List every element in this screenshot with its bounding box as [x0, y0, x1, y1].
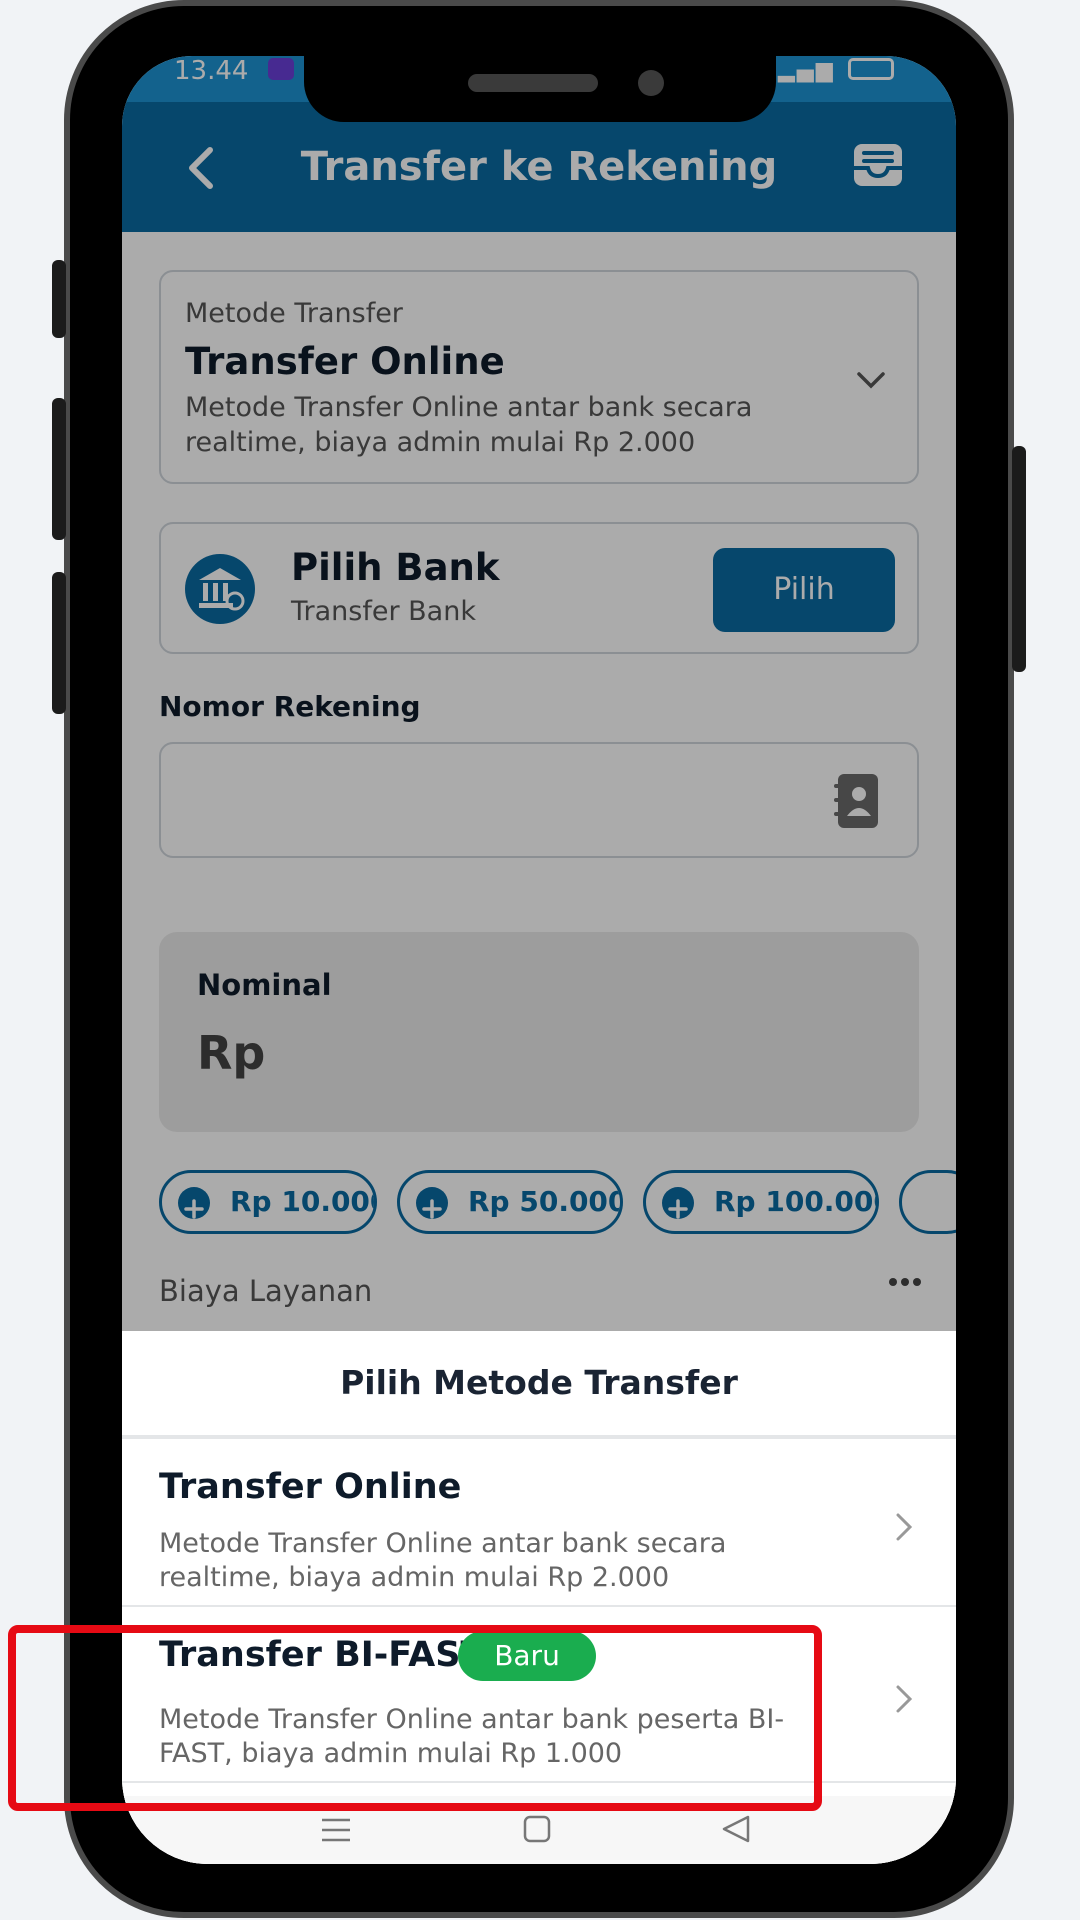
phone-screen: 13.44 ▂▄▆ Transfer ke Rekening Metode Tr…	[122, 56, 956, 1864]
nav-home-icon[interactable]	[522, 1814, 552, 1844]
option-description: Metode Transfer Online antar bank secara…	[159, 1528, 727, 1593]
highlight-annotation	[8, 1625, 822, 1811]
front-camera	[638, 70, 664, 96]
option-transfer-online[interactable]: Transfer Online Metode Transfer Online a…	[122, 1439, 956, 1607]
chevron-right-icon	[896, 1513, 913, 1541]
modal-backdrop[interactable]	[122, 56, 956, 1331]
phone-notch	[304, 56, 776, 122]
phone-side-button	[52, 572, 66, 714]
nav-menu-icon[interactable]	[320, 1816, 352, 1844]
nav-back-icon[interactable]	[720, 1814, 752, 1844]
option-title: Transfer Online	[159, 1467, 462, 1507]
phone-side-button	[1012, 446, 1026, 672]
speaker-grille	[468, 74, 598, 92]
sheet-title: Pilih Metode Transfer	[340, 1363, 738, 1402]
chevron-right-icon	[896, 1685, 913, 1713]
phone-side-button	[52, 260, 66, 338]
phone-side-button	[52, 398, 66, 540]
